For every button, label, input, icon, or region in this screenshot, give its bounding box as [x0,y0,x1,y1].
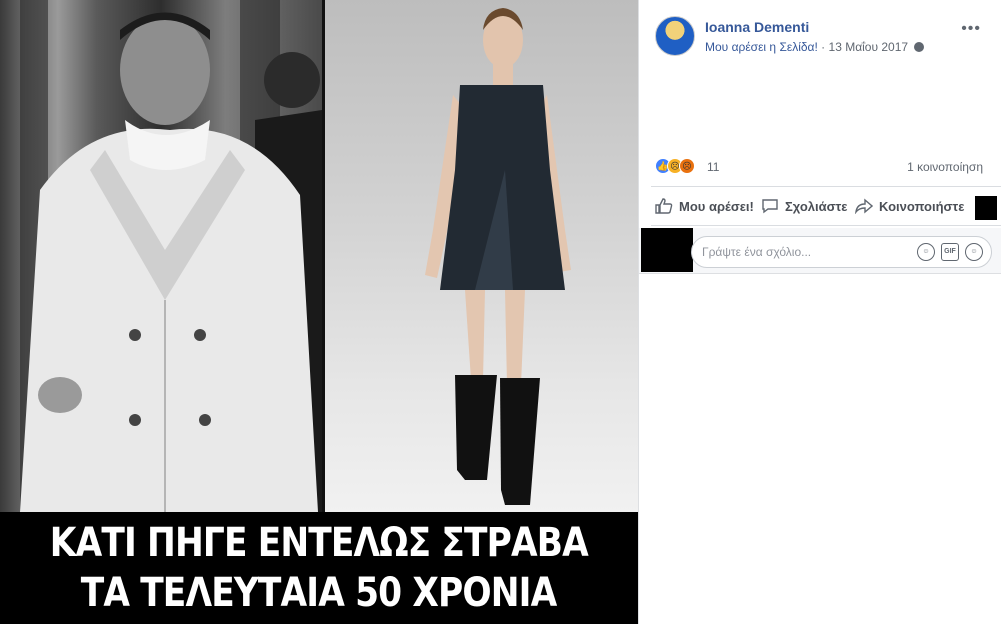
angry-reaction-icon[interactable]: ☹ [679,158,695,174]
more-options-icon[interactable]: ••• [961,20,981,38]
sticker-icon[interactable]: ☺ [965,243,983,261]
like-button[interactable]: Μου αρέσει! [655,187,754,225]
reaction-count[interactable]: 11 [707,160,719,174]
redacted-block [975,196,997,220]
image-caption: ΚΑΤΙ ΠΗΓΕ ΕΝΤΕΛΩΣ ΣΤΡΑΒΑ ΤΑ ΤΕΛΕΥΤΑΙΑ 50… [0,512,638,624]
comment-button-label: Σχολιάστε [785,198,848,214]
globe-icon [914,42,925,52]
author-avatar[interactable] [655,16,695,56]
model-in-dress-figure [425,8,571,505]
share-arrow-icon [855,198,873,214]
emoji-icon[interactable]: ☺ [917,243,935,261]
image-left-panel [0,0,322,512]
gif-icon[interactable]: GIF [941,243,959,261]
comment-placeholder: Γράψτε ένα σχόλιο... [702,245,812,259]
liked-page-link[interactable]: Μου αρέσει η Σελίδα! [705,40,818,54]
reactions-summary: 👍 ☹ ☹ 11 1 κοινοποίηση [655,158,983,178]
comment-input[interactable]: Γράψτε ένα σχόλιο... ☺ GIF ☺ [691,236,992,268]
comment-button[interactable]: Σχολιάστε [761,187,847,225]
caption-line-1: ΚΑΤΙ ΠΗΓΕ ΕΝΤΕΛΩΣ ΣΤΡΑΒΑ [49,520,589,566]
share-button[interactable]: Κοινοποιήστε [855,187,964,225]
share-count[interactable]: 1 κοινοποίηση [907,160,983,174]
comment-tools: ☺ GIF ☺ [917,243,983,261]
comment-icon [762,199,778,214]
post-meta: Μου αρέσει η Σελίδα! · 13 Μαΐου 2017 [705,40,925,54]
comment-composer: Γράψτε ένα σχόλιο... ☺ GIF ☺ [639,228,1001,274]
man-in-white-coat-figure [20,0,322,512]
image-right-panel [325,0,638,512]
thumbs-up-icon [655,198,673,214]
meta-separator: · [821,40,826,54]
post-date[interactable]: 13 Μαΐου 2017 [829,40,909,54]
post-side-panel: Ioanna Dementi Μου αρέσει η Σελίδα! · 13… [638,0,1001,624]
author-name[interactable]: Ioanna Dementi [705,19,809,35]
commenter-avatar [641,228,693,272]
share-button-label: Κοινοποιήστε [879,198,965,214]
post-image[interactable]: ΚΑΤΙ ΠΗΓΕ ΕΝΤΕΛΩΣ ΣΤΡΑΒΑ ΤΑ ΤΕΛΕΥΤΑΙΑ 50… [0,0,638,624]
like-button-label: Μου αρέσει! [679,198,754,214]
action-bar: Μου αρέσει! Σχολιάστε Κοινοποιήστε [651,186,1001,226]
post-header: Ioanna Dementi Μου αρέσει η Σελίδα! · 13… [655,16,989,60]
caption-line-2: ΤΑ ΤΕΛΕΥΤΑΙΑ 50 ΧΡΟΝΙΑ [81,570,558,616]
